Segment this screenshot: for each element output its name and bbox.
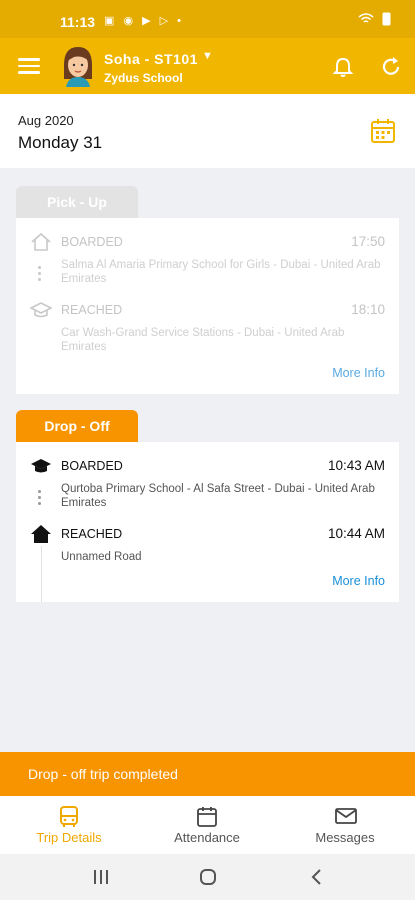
pickup-boarded-address: Salma Al Amaria Primary School for Girls… [61,259,381,285]
dropoff-tab[interactable]: Drop - Off [16,410,138,442]
route-dots [38,490,42,508]
pickup-more-info-link[interactable]: More Info [332,366,385,380]
user-name[interactable]: Soha - ST101 [104,51,198,67]
recent-apps-icon[interactable] [92,868,110,886]
home-button-icon[interactable] [199,868,217,886]
school-name: Zydus School [104,71,183,85]
pickup-tab[interactable]: Pick - Up [16,186,138,218]
graduation-cap-icon [30,302,52,318]
status-time: 11:13 [60,14,96,30]
dropoff-boarded-address: Qurtoba Primary School - Al Safa Street … [61,483,375,509]
dropoff-reached-address: Unnamed Road [61,551,142,563]
dropoff-boarded-status: BOARDED [61,459,123,473]
pickup-reached-status: REACHED [61,303,123,317]
envelope-icon [335,808,357,824]
home-icon [31,525,51,543]
menu-icon[interactable] [18,58,40,74]
system-nav-bar [0,854,415,900]
dropoff-reached-status: REACHED [61,527,123,541]
day-label: Monday 31 [18,133,103,152]
nav-label: Messages [315,830,375,845]
bell-icon[interactable] [332,56,354,78]
dropoff-card: BOARDED 10:43 AM Qurtoba Primary School … [16,442,399,602]
status-bar: 11:13 ▣ ◉ ▶ ▷ • [0,0,415,38]
dropoff-boarded-time: 10:43 AM [327,458,385,473]
pickup-boarded-time: 17:50 [351,234,385,249]
nav-label: Trip Details [36,830,102,845]
pickup-card: BOARDED 17:50 Salma Al Amaria Primary Sc… [16,218,399,394]
dropoff-reached-time: 10:44 AM [327,526,385,541]
calendar-icon [197,807,217,827]
nav-trip-details[interactable]: Trip Details [0,796,138,854]
home-icon [31,232,51,251]
bottom-nav: Trip Details Attendance Messages [0,796,415,854]
bus-icon [60,806,78,827]
route-dots [38,266,42,284]
refresh-icon[interactable] [380,56,402,78]
route-line [41,546,42,602]
calendar-icon[interactable] [370,118,396,144]
app-bar: Soha - ST101 ▼ Zydus School [0,38,415,94]
nav-label: Attendance [174,830,240,845]
pickup-reached-time: 18:10 [351,302,385,317]
month-year: Aug 2020 [18,113,74,128]
graduation-cap-icon [31,459,51,473]
nav-messages[interactable]: Messages [276,796,414,854]
pickup-reached-address: Car Wash-Grand Service Stations - Dubai … [61,327,345,353]
dropoff-more-info-link[interactable]: More Info [332,574,385,588]
nav-attendance[interactable]: Attendance [138,796,276,854]
notification-icons: ▣ ◉ ▶ ▷ • [104,15,184,27]
back-icon[interactable] [309,868,323,886]
wifi-battery-icons [357,12,393,29]
pickup-boarded-status: BOARDED [61,235,123,249]
avatar[interactable] [60,45,96,87]
chevron-down-icon[interactable]: ▼ [202,50,213,62]
date-header: Aug 2020 Monday 31 [0,94,415,168]
trip-completed-banner: Drop - off trip completed [0,752,415,796]
